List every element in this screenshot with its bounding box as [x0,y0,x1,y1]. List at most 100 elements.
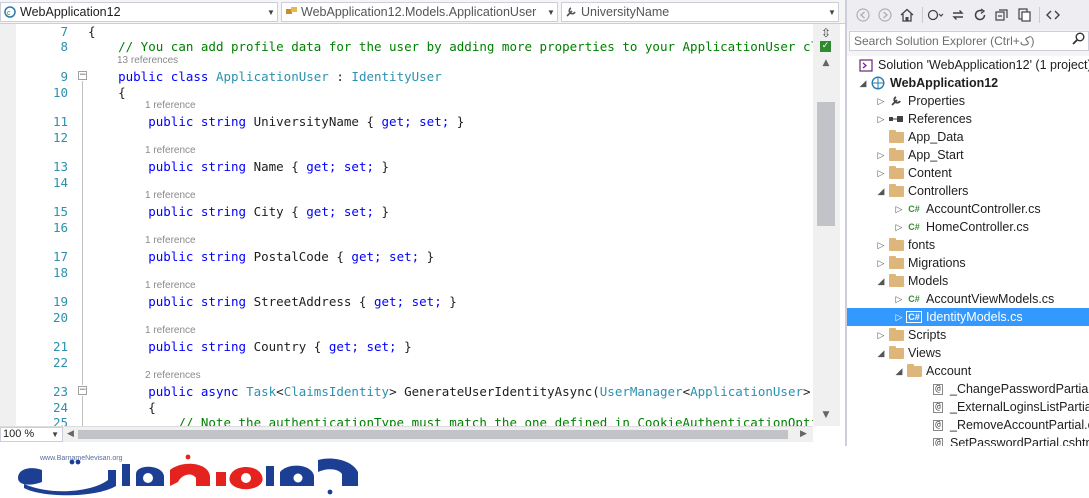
class-dropdown-value: WebApplication12.Models.ApplicationUser [301,5,537,19]
tree-node-change-password-partial[interactable]: @ _ChangePasswordPartial.c [847,380,1089,398]
tree-node-project[interactable]: ◢ WebApplication12 [847,74,1089,92]
codelens-references[interactable]: 1 reference [145,190,196,202]
solution-explorer: Search Solution Explorer (Ctrl+ک) Soluti… [847,0,1089,446]
line-number: 9 [60,69,68,84]
scroll-right-arrow-icon[interactable]: ▶ [800,429,807,439]
tree-node-account-folder[interactable]: ◢ Account [847,362,1089,380]
line-number: 14 [52,175,68,190]
codelens-references[interactable]: 2 references [145,370,201,382]
collapsed-arrow-icon[interactable]: ▷ [893,294,905,305]
csharp-file-icon: C# [906,311,922,323]
line-number: 7 [60,24,68,39]
solution-explorer-toolbar [847,0,1089,30]
tree-node-app-data[interactable]: App_Data [847,128,1089,146]
collapsed-arrow-icon[interactable]: ▷ [893,312,905,323]
collapsed-arrow-icon[interactable]: ▷ [893,222,905,233]
tree-node-label: WebApplication12 [890,76,999,90]
tree-node-fonts[interactable]: ▷ fonts [847,236,1089,254]
home-icon[interactable] [897,5,917,25]
collapsed-arrow-icon[interactable]: ▷ [875,150,887,161]
tree-node-set-password-partial[interactable]: @ SetPasswordPartial.cshtm [847,434,1089,446]
tree-node-identity-models[interactable]: ▷ C# IdentityModels.cs [847,308,1089,326]
tree-node-models[interactable]: ◢ Models [847,272,1089,290]
cshtml-file-icon: @ [933,401,943,413]
codelens-references[interactable]: 13 references [117,55,178,67]
show-all-files-icon[interactable] [1014,5,1034,25]
codelens-references[interactable]: 1 reference [145,235,196,247]
solution-search-input[interactable]: Search Solution Explorer (Ctrl+ک) [849,31,1089,51]
vertical-scrollbar[interactable]: ⇳ ✓ ▲ ▼ [813,24,840,426]
zoom-dropdown[interactable]: 100 % ▼ [0,427,63,442]
code-area[interactable]: { // You can add profile data for the us… [88,24,813,426]
code-editor[interactable]: c WebApplication12 ▼ WebApplication12.Mo… [0,0,845,446]
tree-node-remove-account-partial[interactable]: @ _RemoveAccountPartial.c [847,416,1089,434]
tree-node-migrations[interactable]: ▷ Migrations [847,254,1089,272]
csharp-file-icon: C# [908,204,920,214]
refresh-icon[interactable] [970,5,990,25]
collapsed-arrow-icon[interactable]: ▷ [875,258,887,269]
folder-icon [887,237,905,253]
expanded-arrow-icon[interactable]: ◢ [875,348,887,359]
tree-node-home-controller[interactable]: ▷ C# HomeController.cs [847,218,1089,236]
collapsed-arrow-icon[interactable]: ▷ [875,240,887,251]
codelens-references[interactable]: 1 reference [145,280,196,292]
tree-node-label: Models [908,274,949,288]
project-dropdown[interactable]: c WebApplication12 ▼ [0,2,278,22]
line-number: 15 [52,204,68,219]
outline-guide [82,81,83,385]
tree-node-app-start[interactable]: ▷ App_Start [847,146,1089,164]
tree-node-scripts[interactable]: ▷ Scripts [847,326,1089,344]
tree-node-content[interactable]: ▷ Content [847,164,1089,182]
split-window-icon[interactable]: ⇳ [819,26,833,40]
scroll-down-arrow-icon[interactable]: ▼ [820,410,832,420]
search-placeholder: Search Solution Explorer (Ctrl+ک) [854,34,1035,48]
class-dropdown[interactable]: WebApplication12.Models.ApplicationUser … [281,2,558,22]
line-number: 21 [52,339,68,354]
codelens-references[interactable]: 1 reference [145,145,196,157]
back-arrow-icon[interactable] [853,5,873,25]
zoom-value: 100 % [3,428,35,440]
collapsed-arrow-icon[interactable]: ▷ [875,96,887,107]
collapse-class-toggle[interactable]: − [78,71,87,80]
expanded-arrow-icon[interactable]: ◢ [893,366,905,377]
folder-open-icon [887,345,905,361]
line-number: 19 [52,294,68,309]
expanded-arrow-icon[interactable]: ◢ [875,186,887,197]
collapsed-arrow-icon[interactable]: ▷ [875,330,887,341]
tree-node-views[interactable]: ◢ Views [847,344,1089,362]
horizontal-scroll-thumb[interactable] [78,430,788,439]
expanded-arrow-icon[interactable]: ◢ [857,78,869,89]
tree-node-account-controller[interactable]: ▷ C# AccountController.cs [847,200,1089,218]
project-dropdown-value: WebApplication12 [20,5,121,19]
pending-changes-icon[interactable] [926,5,946,25]
tree-node-account-view-models[interactable]: ▷ C# AccountViewModels.cs [847,290,1089,308]
sync-icon[interactable] [948,5,968,25]
tree-node-properties[interactable]: ▷ Properties [847,92,1089,110]
codelens-references[interactable]: 1 reference [145,100,196,112]
forward-arrow-icon[interactable] [875,5,895,25]
folder-icon [887,255,905,271]
tree-node-label: Scripts [908,328,947,342]
tree-node-solution[interactable]: Solution 'WebApplication12' (1 project) [847,56,1089,74]
tree-node-references[interactable]: ▷ References [847,110,1089,128]
collapsed-arrow-icon[interactable]: ▷ [875,114,887,125]
csharp-file-icon: C# [908,222,920,232]
code-line: public string StreetAddress { get; set; … [148,294,457,309]
tree-node-label: Solution 'WebApplication12' (1 project) [878,58,1089,72]
collapse-all-icon[interactable] [992,5,1012,25]
codelens-references[interactable]: 1 reference [145,325,196,337]
collapsed-arrow-icon[interactable]: ▷ [875,168,887,179]
scroll-left-arrow-icon[interactable]: ◀ [67,429,74,439]
scroll-up-arrow-icon[interactable]: ▲ [820,58,832,68]
tree-node-external-logins-partial[interactable]: @ _ExternalLoginsListPartial. [847,398,1089,416]
collapse-method-toggle[interactable]: − [78,386,87,395]
collapsed-arrow-icon[interactable]: ▷ [893,204,905,215]
line-number: 16 [52,220,68,235]
scroll-thumb[interactable] [817,102,835,226]
expanded-arrow-icon[interactable]: ◢ [875,276,887,287]
tree-node-controllers[interactable]: ◢ Controllers [847,182,1089,200]
member-dropdown[interactable]: UniversityName ▼ [561,2,839,22]
horizontal-scroll-track[interactable] [78,430,794,439]
line-number: 18 [52,265,68,280]
code-view-icon[interactable] [1043,5,1063,25]
